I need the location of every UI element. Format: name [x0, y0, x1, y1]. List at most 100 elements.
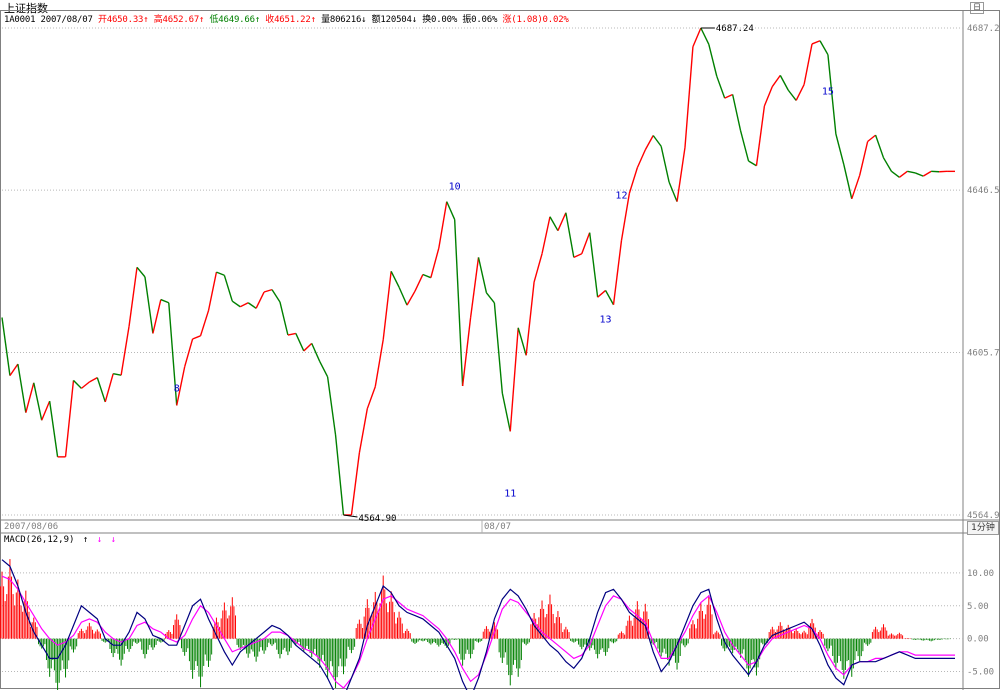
price-segment — [692, 27, 702, 47]
open-price: 开4650.33↑ — [97, 15, 149, 25]
price-segment — [907, 170, 916, 174]
price-segment — [160, 298, 170, 304]
chart-window: 上证指数 日 1A0001 2007/08/07 开4650.33↑ 高4652… — [0, 0, 1000, 690]
price-segment — [120, 326, 130, 376]
price-change: 涨(1.08)0.02% — [502, 15, 569, 25]
price-segment — [867, 134, 877, 143]
price-segment — [771, 74, 781, 87]
price-segment — [652, 135, 662, 147]
price-segment — [644, 135, 654, 151]
amount: 额120504↓ — [371, 15, 418, 25]
price-max-label: 4687.24 — [716, 24, 754, 34]
price-segment — [80, 381, 90, 389]
price-segment — [827, 54, 837, 134]
price-segment — [668, 181, 678, 202]
price-segment — [708, 44, 718, 77]
price-segment — [406, 290, 416, 306]
price-segment — [477, 257, 488, 293]
price-segment — [113, 372, 122, 376]
price-segment — [446, 201, 456, 220]
wave-label-8: 8 — [174, 383, 180, 394]
price-segment — [326, 376, 337, 436]
price-segment — [819, 40, 829, 56]
price-segment — [874, 134, 885, 159]
price-segment — [843, 164, 853, 199]
price-segment — [430, 248, 440, 278]
price-segment — [33, 382, 43, 421]
price-segment — [541, 216, 551, 254]
price-segment — [676, 147, 686, 202]
price-segment — [25, 382, 35, 413]
price-segment — [597, 289, 607, 298]
price-segment — [787, 89, 797, 101]
price-segment — [72, 379, 82, 389]
price-y-tick: 4687.2 — [967, 24, 1000, 34]
price-segment — [588, 232, 599, 298]
wave-label-12: 12 — [615, 191, 627, 202]
price-segment — [390, 270, 400, 288]
price-segment — [64, 380, 75, 457]
macd-title: MACD(26,12,9) — [4, 535, 75, 545]
restore-icon[interactable]: 日 — [970, 2, 984, 14]
price-segment — [311, 343, 321, 362]
price-segment — [41, 400, 51, 421]
price-segment — [199, 310, 210, 337]
arrow-up-icon: ↑ — [82, 535, 89, 545]
price-segment — [684, 46, 694, 148]
price-segment — [382, 271, 392, 340]
price-segment — [636, 149, 646, 169]
price-segment — [239, 302, 249, 308]
price-segment — [803, 43, 813, 85]
price-chart[interactable]: 4687.2 4646.5 4605.7 4564.9 10.00 5.00 0.00 -5.… — [0, 0, 1000, 690]
price-segment — [96, 377, 106, 403]
macd-y-tick: 0.00 — [967, 635, 989, 645]
price-segment — [565, 212, 575, 258]
macd-indicator-label: MACD(26,12,9) ↑ ↓ ↓ — [4, 535, 116, 545]
price-segment — [469, 257, 480, 318]
price-y-tick: 4605.7 — [967, 349, 1000, 359]
price-segment — [922, 170, 932, 177]
price-segment — [724, 93, 733, 99]
price-segment — [438, 201, 448, 249]
price-segment — [287, 332, 296, 336]
price-segment — [779, 75, 789, 91]
price-segment — [700, 27, 710, 45]
price-min-label: 4564.90 — [358, 514, 396, 524]
price-segment — [755, 105, 766, 166]
price-segment — [898, 170, 908, 178]
arrow-down-icon-2: ↓ — [110, 535, 116, 545]
price-segment — [319, 360, 329, 378]
price-segment — [461, 317, 472, 387]
price-segment — [216, 271, 225, 276]
price-segment — [731, 94, 742, 131]
price-segment — [549, 216, 559, 232]
price-segment — [263, 288, 273, 293]
macd-y-tick: 10.00 — [967, 569, 994, 579]
macd-y-tick: -5.00 — [967, 668, 994, 678]
price-segment — [9, 363, 19, 377]
price-segment — [168, 302, 178, 406]
price-segment — [604, 290, 615, 306]
price-segment — [271, 289, 281, 303]
price-segment — [350, 452, 361, 516]
period-selector[interactable]: 1分钟 — [967, 521, 999, 535]
price-segment — [859, 141, 869, 176]
x-axis-date-mid: 08/07 — [484, 522, 512, 532]
price-y-tick: 4564.9 — [967, 511, 1000, 521]
price-segment — [136, 266, 146, 278]
price-segment — [509, 327, 519, 432]
price-segment — [223, 275, 233, 302]
price-segment — [882, 157, 893, 172]
price-segment — [628, 167, 639, 194]
price-segment — [811, 40, 821, 45]
price-segment — [183, 338, 194, 368]
wave-label-11: 11 — [504, 488, 516, 499]
price-segment — [581, 232, 591, 255]
price-segment — [366, 386, 376, 409]
price-segment — [620, 193, 631, 241]
macd-y-tick: 5.00 — [967, 602, 989, 612]
price-min-leader — [343, 514, 358, 518]
price-segment — [422, 273, 432, 279]
price-segment — [374, 339, 384, 387]
amplitude: 振0.06% — [462, 15, 498, 25]
